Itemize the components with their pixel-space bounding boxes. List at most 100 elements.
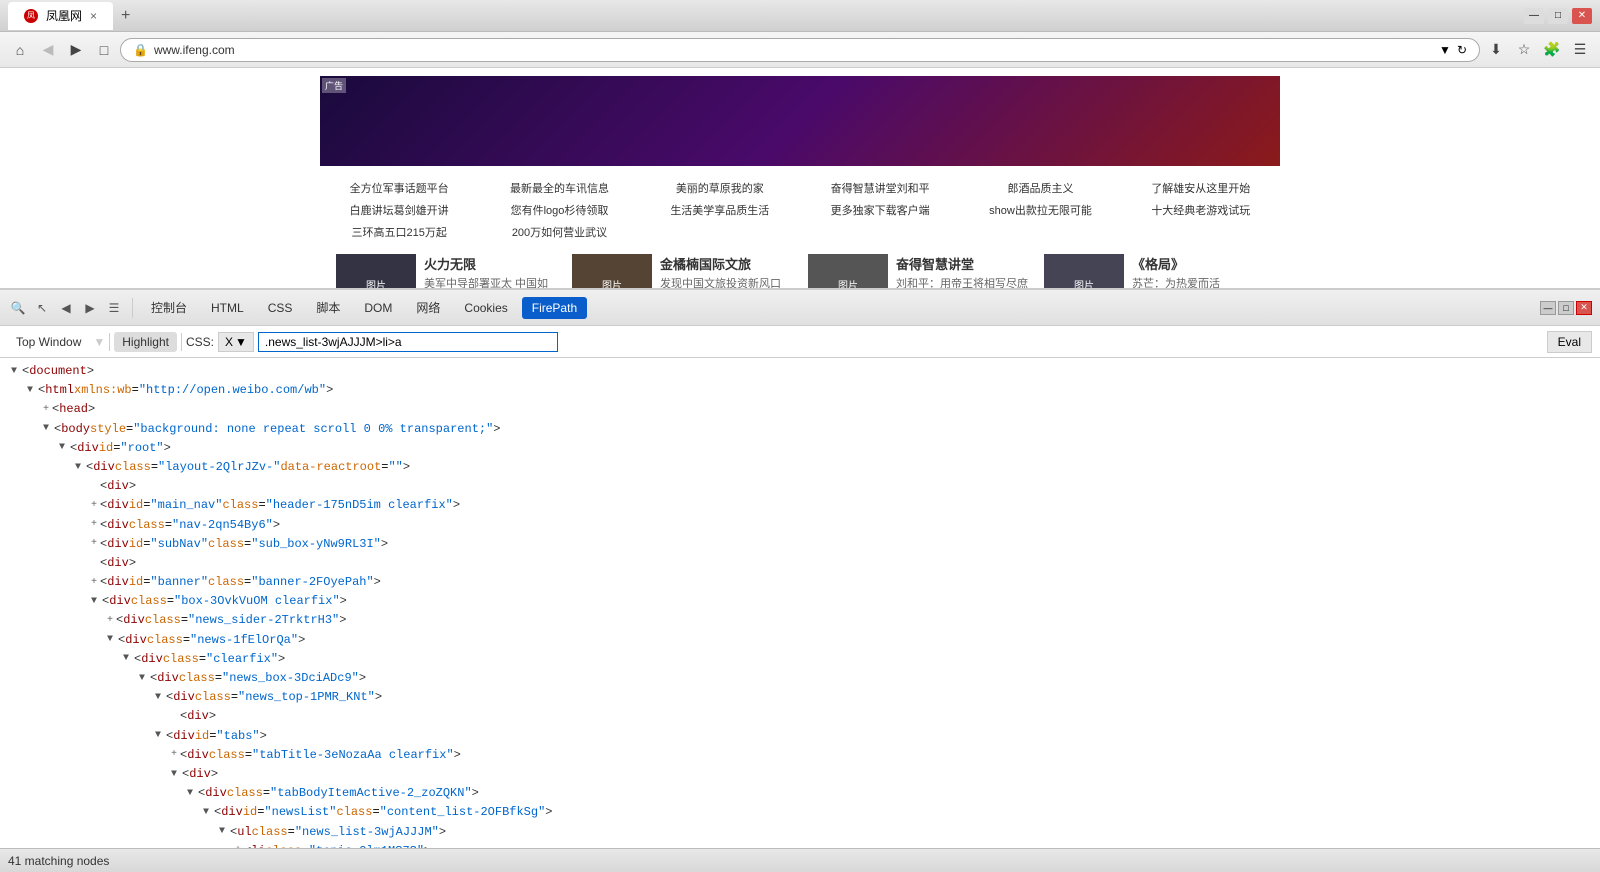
tree-toggle-tabs[interactable]: ▼ bbox=[152, 730, 164, 742]
tree-toggle-layout[interactable]: ▼ bbox=[72, 462, 84, 474]
nav-link-9[interactable]: 更多独家下载客户端 bbox=[801, 200, 959, 220]
tree-node-nav: + <div class="nav-2qn54By6"> bbox=[88, 516, 1592, 535]
nav-link-1[interactable]: 最新最全的车讯信息 bbox=[480, 178, 638, 198]
inspect-element-button[interactable]: 🔍 bbox=[8, 298, 28, 318]
toolbar-separator bbox=[132, 298, 133, 318]
nav-link-11[interactable]: 十大经典老游戏试玩 bbox=[1122, 200, 1280, 220]
tree-toggle-subnav[interactable]: + bbox=[88, 538, 100, 550]
tree-toggle-tab-title[interactable]: + bbox=[168, 749, 180, 761]
tree-toggle-banner[interactable]: + bbox=[88, 577, 100, 589]
tree-toggle-div1[interactable] bbox=[88, 481, 100, 493]
dt-close-button[interactable]: ✕ bbox=[1576, 301, 1592, 315]
tab-close-button[interactable]: × bbox=[90, 9, 97, 23]
card-title-2[interactable]: 奋得智慧讲堂 bbox=[896, 254, 1028, 273]
tree-node-tab-body: ▼ <div class="tabBodyItemActive-2_zoZQKN… bbox=[184, 784, 1592, 803]
tree-toggle-clearfix[interactable]: ▼ bbox=[120, 653, 132, 665]
tree-toggle-news-list-div[interactable]: ▼ bbox=[200, 807, 212, 819]
css-input-field[interactable] bbox=[258, 332, 558, 352]
nav-link-6[interactable]: 白鹿讲坛葛剑雄开讲 bbox=[320, 200, 478, 220]
refresh-button[interactable]: ↻ bbox=[1457, 43, 1467, 57]
card-title-0[interactable]: 火力无限 bbox=[424, 254, 556, 273]
tree-toggle-box[interactable]: ▼ bbox=[88, 596, 100, 608]
tree-node-html: ▼ <html xmlns:wb="http://open.weibo.com/… bbox=[24, 381, 1592, 400]
back-button[interactable]: ◀ bbox=[36, 38, 60, 62]
tree-toggle-nav[interactable]: + bbox=[88, 519, 100, 531]
card-text-0: 火力无限 美军中导部署亚太 中国如何应对 bbox=[424, 254, 556, 288]
tree-toggle-body[interactable]: ▼ bbox=[40, 423, 52, 435]
close-button[interactable]: ✕ bbox=[1572, 8, 1592, 24]
nav-link-3[interactable]: 奋得智慧讲堂刘和平 bbox=[801, 178, 959, 198]
new-tab-button[interactable]: + bbox=[113, 3, 138, 29]
tree-toggle-document[interactable]: ▼ bbox=[8, 366, 20, 378]
card-text-3: 《格局》 苏芒：为热爱而活 bbox=[1132, 254, 1264, 288]
menu-button[interactable]: ☰ bbox=[1568, 38, 1592, 62]
tab-html[interactable]: HTML bbox=[201, 297, 254, 319]
css-type-selector[interactable]: X ▼ bbox=[218, 332, 254, 352]
tab-firepath[interactable]: FirePath bbox=[522, 297, 587, 319]
nav-link-5[interactable]: 了解雄安从这里开始 bbox=[1122, 178, 1280, 198]
card-title-3[interactable]: 《格局》 bbox=[1132, 254, 1264, 273]
nav-link-12[interactable]: 三环高五口215万起 bbox=[320, 222, 478, 242]
tree-node-news-top: ▼ <div class="news_top-1PMR_KNt"> bbox=[152, 688, 1592, 707]
tree-node-main-nav: + <div id="main_nav" class="header-175nD… bbox=[88, 496, 1592, 515]
tree-toggle-head[interactable]: + bbox=[40, 404, 52, 416]
maximize-button[interactable]: □ bbox=[1548, 8, 1568, 24]
url-bar[interactable]: 🔒 www.ifeng.com ▼ ↻ bbox=[120, 38, 1480, 62]
inspector-separator-1 bbox=[109, 333, 110, 351]
minimize-button[interactable]: — bbox=[1524, 8, 1544, 24]
top-window-button[interactable]: Top Window bbox=[8, 332, 89, 352]
tree-toggle-tab-body[interactable]: ▼ bbox=[184, 788, 196, 800]
devtools-inspector-bar: Top Window ▼ Highlight CSS: X ▼ Eval bbox=[0, 326, 1600, 358]
dt-minimize-button[interactable]: — bbox=[1540, 301, 1556, 315]
browser-titlebar: 凤 凤凰网 × + — □ ✕ bbox=[0, 0, 1600, 32]
tab-title: 凤凰网 bbox=[46, 7, 82, 24]
tree-toggle-html[interactable]: ▼ bbox=[24, 385, 36, 397]
tree-toggle-news-top[interactable]: ▼ bbox=[152, 692, 164, 704]
tab-cookies[interactable]: Cookies bbox=[454, 297, 517, 319]
tree-toggle-li-topic[interactable]: + bbox=[232, 845, 244, 848]
nav-link-7[interactable]: 您有件logo杉待领取 bbox=[480, 200, 638, 220]
browser-tab[interactable]: 凤 凤凰网 × bbox=[8, 2, 113, 30]
tab-script[interactable]: 脚本 bbox=[306, 295, 350, 320]
dt-forward-button[interactable]: ▶ bbox=[80, 298, 100, 318]
tab-dom[interactable]: DOM bbox=[354, 297, 402, 319]
tree-toggle-root[interactable]: ▼ bbox=[56, 442, 68, 454]
dt-back-button[interactable]: ◀ bbox=[56, 298, 76, 318]
browser-navbar: ⌂ ◀ ▶ □ 🔒 www.ifeng.com ▼ ↻ ⬇ ☆ 🧩 ☰ bbox=[0, 32, 1600, 68]
home-button[interactable]: ⌂ bbox=[8, 38, 32, 62]
css-label: CSS: bbox=[186, 335, 214, 349]
nav-link-4[interactable]: 郎酒品质主义 bbox=[961, 178, 1119, 198]
tree-toggle-div3[interactable] bbox=[168, 711, 180, 723]
tab-css[interactable]: CSS bbox=[258, 297, 303, 319]
tree-toggle-main-nav[interactable]: + bbox=[88, 500, 100, 512]
page-button[interactable]: □ bbox=[92, 38, 116, 62]
card-desc-1: 发现中国文旅投资新风口 bbox=[660, 277, 792, 288]
nav-link-2[interactable]: 美丽的草原我的家 bbox=[641, 178, 799, 198]
dt-maximize-button[interactable]: □ bbox=[1558, 301, 1574, 315]
pick-element-button[interactable]: ↖ bbox=[32, 298, 52, 318]
tree-toggle-ul[interactable]: ▼ bbox=[216, 826, 228, 838]
tab-console[interactable]: 控制台 bbox=[141, 295, 197, 320]
nav-link-8[interactable]: 生活美学享品质生活 bbox=[641, 200, 799, 220]
tree-toggle-news-box[interactable]: ▼ bbox=[136, 673, 148, 685]
extension-button[interactable]: 🧩 bbox=[1540, 38, 1564, 62]
nav-link-13[interactable]: 200万如何营业武议 bbox=[480, 222, 638, 242]
eval-button[interactable]: Eval bbox=[1547, 331, 1592, 353]
dt-list-button[interactable]: ☰ bbox=[104, 298, 124, 318]
nav-link-0[interactable]: 全方位军事话题平台 bbox=[320, 178, 478, 198]
tree-node-div4: ▼ <div> bbox=[168, 765, 1592, 784]
bookmarks-button[interactable]: ☆ bbox=[1512, 38, 1536, 62]
tab-network[interactable]: 网络 bbox=[406, 295, 450, 320]
card-title-1[interactable]: 金橘楠国际文旅 bbox=[660, 254, 792, 273]
download-button[interactable]: ⬇ bbox=[1484, 38, 1508, 62]
tree-toggle-news[interactable]: ▼ bbox=[104, 634, 116, 646]
tree-toggle-div4[interactable]: ▼ bbox=[168, 769, 180, 781]
tree-toggle-news-sider[interactable]: + bbox=[104, 615, 116, 627]
nav-link-10[interactable]: show出款拉无限可能 bbox=[961, 200, 1119, 220]
highlight-button[interactable]: Highlight bbox=[114, 332, 177, 352]
tree-node-clearfix: ▼ <div class="clearfix"> bbox=[120, 650, 1592, 669]
devtools-window-controls: — □ ✕ bbox=[1540, 301, 1592, 315]
forward-button[interactable]: ▶ bbox=[64, 38, 88, 62]
tree-node-head: + <head> bbox=[40, 400, 1592, 419]
tree-toggle-div2[interactable] bbox=[88, 557, 100, 569]
